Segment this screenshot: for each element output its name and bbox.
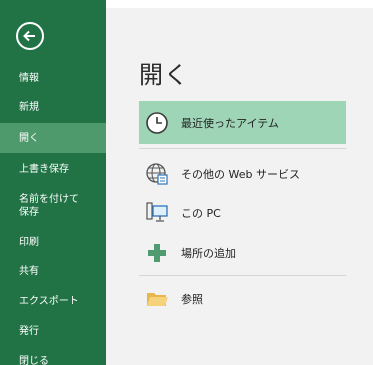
top-strip — [106, 0, 373, 8]
location-web-services[interactable]: その他の Web サービス — [139, 160, 346, 188]
location-web-services-label: その他の Web サービス — [181, 168, 300, 181]
divider — [139, 148, 346, 149]
location-browse[interactable]: 参照 — [139, 285, 346, 313]
computer-icon — [143, 201, 171, 225]
folder-icon — [143, 287, 171, 311]
nav-print[interactable]: 印刷 — [0, 236, 106, 249]
location-add-place-label: 場所の追加 — [181, 247, 236, 260]
location-recent[interactable]: 最近使ったアイテム — [139, 101, 346, 144]
clock-icon — [143, 111, 171, 135]
location-this-pc-label: この PC — [181, 207, 221, 220]
nav-close[interactable]: 閉じる — [0, 355, 106, 365]
location-browse-label: 参照 — [181, 293, 203, 306]
location-add-place[interactable]: 場所の追加 — [139, 239, 346, 267]
backstage-sidebar: 情報 新規 開く 上書き保存 名前を付けて 保存 印刷 共有 エクスポート 発行… — [0, 0, 106, 365]
divider — [139, 275, 346, 276]
nav-open-label: 開く — [19, 133, 39, 144]
page-title: 開く — [139, 61, 189, 89]
location-recent-label: 最近使ったアイテム — [181, 116, 279, 130]
nav-save-as-line2: 保存 — [19, 207, 39, 218]
nav-open[interactable]: 開く — [0, 123, 106, 153]
location-this-pc[interactable]: この PC — [139, 199, 346, 227]
nav-publish[interactable]: 発行 — [0, 325, 106, 338]
nav-save-as-line1: 名前を付けて — [19, 194, 79, 205]
nav-export[interactable]: エクスポート — [0, 295, 106, 308]
open-pane: 開く 最近使ったアイテム その他の Web サービス この PC 場所の追加 参… — [106, 0, 373, 365]
nav-share[interactable]: 共有 — [0, 265, 106, 278]
back-arrow-icon — [23, 30, 35, 42]
globe-icon — [143, 162, 171, 186]
plus-icon — [143, 241, 171, 265]
nav-new[interactable]: 新規 — [0, 101, 106, 114]
nav-save[interactable]: 上書き保存 — [0, 163, 106, 176]
nav-info[interactable]: 情報 — [0, 72, 106, 85]
nav-save-as[interactable]: 名前を付けて 保存 — [0, 193, 106, 219]
back-button[interactable] — [16, 22, 44, 50]
